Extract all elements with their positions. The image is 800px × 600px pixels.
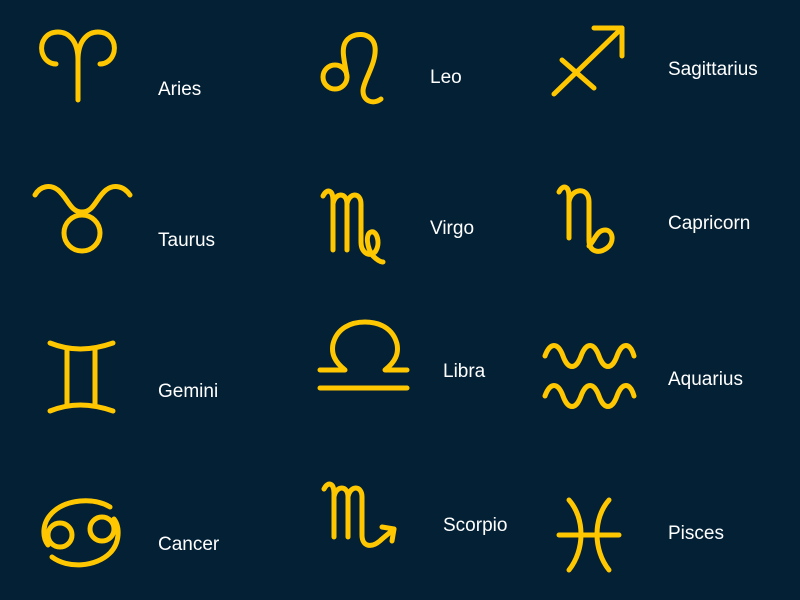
zodiac-chart: Aries Taurus Gemini Cancer Leo Virgo Lib bbox=[0, 0, 800, 600]
gemini-icon bbox=[47, 340, 116, 414]
sign-label-pisces: Pisces bbox=[668, 523, 724, 544]
sign-label-gemini: Gemini bbox=[158, 381, 219, 402]
sign-label-taurus: Taurus bbox=[158, 230, 216, 251]
sign-label-scorpio: Scorpio bbox=[443, 515, 508, 536]
aries-icon bbox=[39, 29, 117, 103]
aquarius-icon bbox=[542, 343, 637, 409]
libra-icon bbox=[317, 319, 410, 391]
cancer-icon bbox=[41, 498, 121, 568]
sign-label-cancer: Cancer bbox=[158, 534, 220, 555]
sign-label-sagittarius: Sagittarius bbox=[668, 59, 758, 80]
leo-icon bbox=[320, 32, 384, 105]
sign-label-virgo: Virgo bbox=[430, 218, 475, 239]
taurus-icon bbox=[32, 184, 133, 254]
scorpio-icon bbox=[321, 481, 397, 548]
sagittarius-icon bbox=[551, 25, 625, 97]
sign-label-leo: Leo bbox=[430, 67, 462, 88]
sign-label-aquarius: Aquarius bbox=[668, 369, 743, 390]
sign-label-capricorn: Capricorn bbox=[668, 213, 751, 234]
capricorn-icon bbox=[556, 184, 615, 254]
virgo-icon bbox=[320, 188, 386, 265]
sign-label-aries: Aries bbox=[158, 79, 202, 100]
pisces-icon bbox=[556, 497, 622, 573]
sign-label-libra: Libra bbox=[443, 361, 486, 382]
